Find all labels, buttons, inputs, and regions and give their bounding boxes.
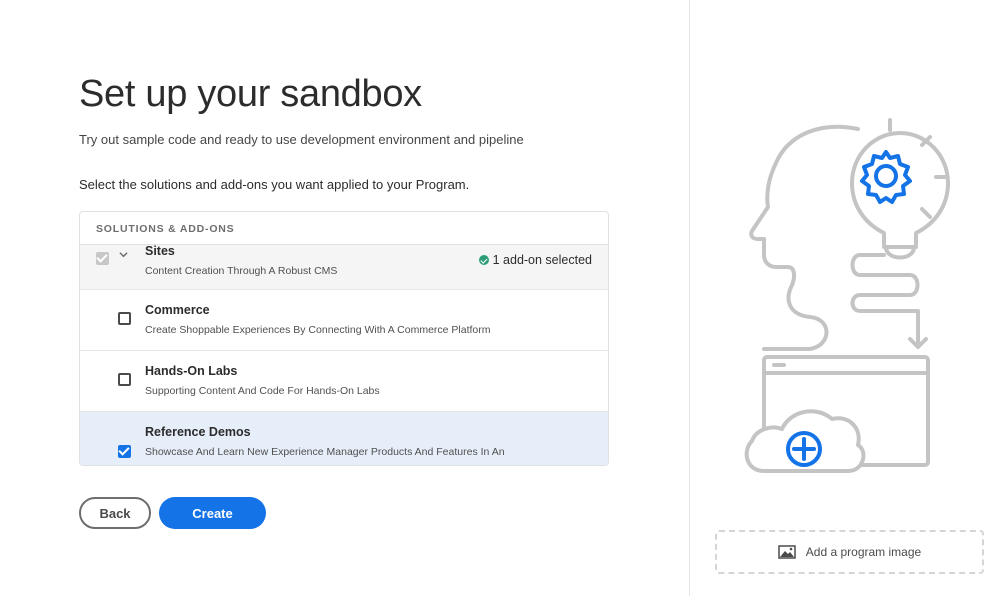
addon-row-commerce[interactable]: Commerce Create Shoppable Experiences By…	[80, 290, 608, 351]
page-subtitle: Try out sample code and ready to use dev…	[79, 132, 524, 147]
addon-description: Create Shoppable Experiences By Connecti…	[145, 324, 491, 336]
image-icon	[778, 545, 796, 559]
addon-row-reference-demos[interactable]: Reference Demos Showcase And Learn New E…	[80, 412, 608, 465]
page-title: Set up your sandbox	[79, 73, 422, 115]
addon-title: Hands-On Labs	[145, 364, 238, 378]
solution-row-sites[interactable]: Sites Content Creation Through A Robust …	[80, 245, 608, 290]
panel-header: SOLUTIONS & ADD-ONS	[80, 212, 608, 245]
addon-status: 1 add-on selected	[478, 253, 592, 267]
solutions-panel: SOLUTIONS & ADD-ONS Sites Content Creati…	[79, 211, 609, 466]
back-button[interactable]: Back	[79, 497, 151, 529]
addon-description: Supporting Content And Code For Hands-On…	[145, 385, 380, 397]
instruction-text: Select the solutions and add-ons you wan…	[79, 177, 470, 192]
addon-description: Showcase And Learn New Experience Manage…	[145, 446, 505, 458]
solutions-list[interactable]: Sites Content Creation Through A Robust …	[80, 245, 608, 465]
commerce-checkbox[interactable]	[118, 312, 131, 325]
create-button[interactable]: Create	[159, 497, 266, 529]
addon-title: Reference Demos	[145, 425, 251, 439]
main-content: Set up your sandbox Try out sample code …	[0, 0, 689, 596]
reference-demos-checkbox[interactable]	[118, 445, 131, 458]
addon-title: Commerce	[145, 303, 210, 317]
addon-row-hands-on-labs[interactable]: Hands-On Labs Supporting Content And Cod…	[80, 351, 608, 412]
add-program-image-button[interactable]: Add a program image	[715, 530, 984, 574]
sites-checkbox	[96, 252, 109, 265]
add-image-label: Add a program image	[805, 545, 922, 559]
hands-on-labs-checkbox[interactable]	[118, 373, 131, 386]
check-circle-icon	[478, 255, 489, 265]
chevron-down-icon[interactable]	[119, 250, 128, 259]
head-lightbulb-gear-cloud-illustration	[744, 118, 950, 473]
addon-status-text: 1 add-on selected	[492, 253, 592, 267]
sites-description: Content Creation Through A Robust CMS	[145, 265, 338, 277]
sites-title: Sites	[145, 245, 175, 258]
